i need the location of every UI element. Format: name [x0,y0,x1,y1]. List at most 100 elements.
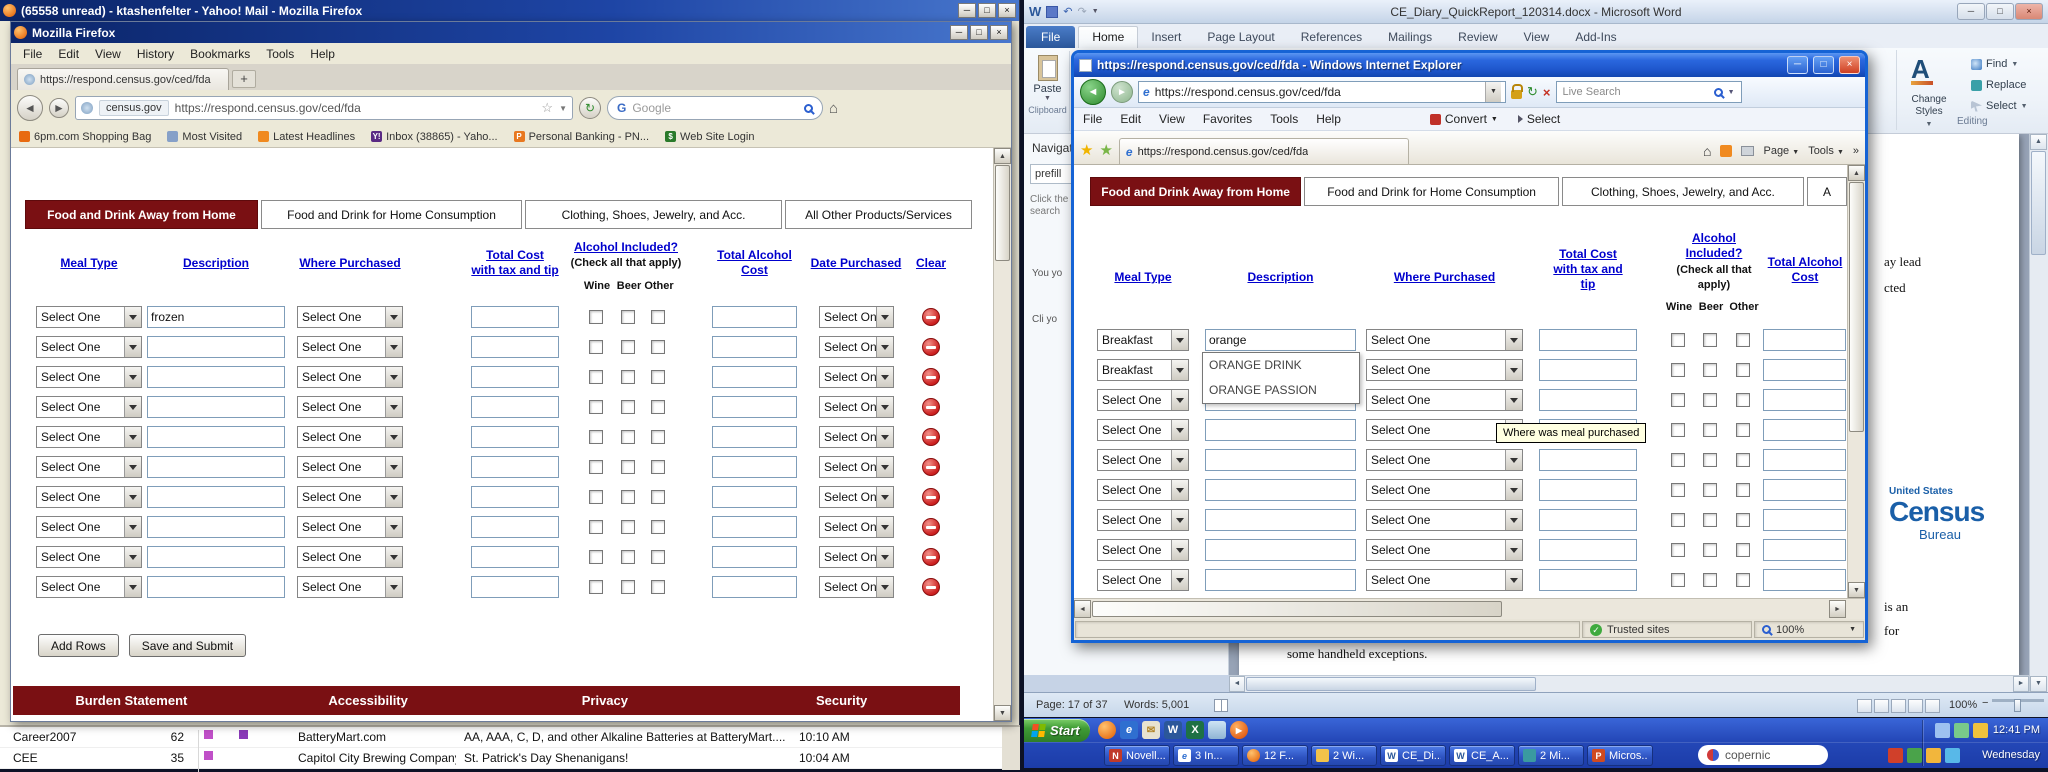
description-input[interactable] [147,516,285,538]
update-icon[interactable] [1926,748,1941,763]
view-outline-icon[interactable] [1908,699,1923,713]
ribbon-tab[interactable]: Mailings [1375,26,1445,48]
ribbon-tab[interactable]: Review [1445,26,1510,48]
bookmark-item[interactable]: Most Visited [167,131,242,143]
firefox-icon[interactable] [1098,721,1116,739]
clock-day[interactable]: Wednesday [1982,749,2040,761]
footer-link[interactable]: Burden Statement [13,693,250,708]
wine-checkbox[interactable] [589,550,603,564]
date-purchased-select[interactable]: Select One [819,396,894,418]
search-box[interactable]: G Google [607,96,823,120]
url-text[interactable]: https://respond.census.gov/ced/fda [175,101,536,115]
other-checkbox[interactable] [651,310,665,324]
meal-type-select[interactable]: Select One [1097,569,1189,591]
maximize-button[interactable]: □ [978,3,996,18]
where-purchased-select[interactable]: Select One [297,486,403,508]
alcohol-cost-input[interactable] [712,516,797,538]
meal-type-select[interactable]: Breakfast [1097,359,1189,381]
total-cost-input[interactable] [1539,569,1637,591]
url-bar[interactable]: census.gov https://respond.census.gov/ce… [75,96,573,120]
menu-item[interactable]: File [15,45,50,63]
alcohol-cost-input[interactable] [1763,359,1846,381]
total-cost-input[interactable] [1539,539,1637,561]
site-identity-chip[interactable]: census.gov [99,100,169,116]
where-purchased-select[interactable]: Select One [1366,539,1523,561]
total-cost-input[interactable] [471,336,559,358]
meal-type-select[interactable]: Select One [36,366,142,388]
where-purchased-select[interactable]: Select One [1366,479,1523,501]
other-checkbox[interactable] [651,340,665,354]
beer-checkbox[interactable] [621,340,635,354]
scroll-down-icon[interactable]: ▼ [1848,582,1865,598]
where-purchased-select[interactable]: Select One [297,456,403,478]
where-purchased-select[interactable]: Select One [1366,389,1523,411]
zoom-out-icon[interactable]: − [1982,697,1988,709]
meal-type-select[interactable]: Select One [36,426,142,448]
more-toolbar-button[interactable]: » [1853,145,1859,157]
alcohol-cost-input[interactable] [1763,509,1846,531]
clear-row-button[interactable] [922,308,940,326]
forward-button[interactable]: ► [49,98,69,118]
wine-checkbox[interactable] [589,580,603,594]
where-purchased-select[interactable]: Select One [297,516,403,538]
scroll-up-icon[interactable]: ▲ [1848,165,1865,181]
mail-row[interactable]: Career2007 62 BatteryMart.com AA, AAA, C… [0,727,1020,748]
description-input[interactable] [1205,479,1356,501]
clear-row-button[interactable] [922,398,940,416]
meal-type-select[interactable]: Select One [36,486,142,508]
description-input[interactable]: orange [1205,329,1356,351]
total-cost-input[interactable] [1539,449,1637,471]
meal-type-select[interactable]: Select One [36,396,142,418]
beer-checkbox[interactable] [1703,483,1717,497]
beer-checkbox[interactable] [621,520,635,534]
mail-subject[interactable]: St. Patrick's Day Shenanigans! [464,751,792,765]
scroll-right-icon[interactable]: ► [1829,600,1846,618]
horizontal-scrollbar[interactable]: ◄ ► [1229,675,2029,692]
meal-type-select[interactable]: Select One [1097,389,1189,411]
page-menu[interactable]: Page ▼ [1763,145,1799,157]
show-desktop-icon[interactable] [1208,721,1226,739]
clear-row-button[interactable] [922,488,940,506]
maximize-button[interactable]: □ [1986,3,2014,20]
ribbon-tab[interactable]: Page Layout [1194,26,1287,48]
zoom-level[interactable]: 100% [1949,699,1977,711]
vertical-scrollbar[interactable]: ▲ ▼ [2029,134,2048,692]
meal-type-select[interactable]: Select One [36,456,142,478]
bookmark-item[interactable]: $Web Site Login [665,131,754,143]
print-icon[interactable] [1741,146,1754,156]
clock-time[interactable]: 12:41 PM [1993,724,2040,736]
minimize-button[interactable]: ─ [958,3,976,18]
wine-checkbox[interactable] [589,340,603,354]
meal-type-select[interactable]: Select One [1097,419,1189,441]
taskbar-window-button[interactable]: WCE_A... [1449,745,1515,766]
scroll-left-icon[interactable]: ◄ [1229,676,1245,692]
wine-checkbox[interactable] [589,490,603,504]
alcohol-cost-input[interactable] [1763,329,1846,351]
beer-checkbox[interactable] [1703,573,1717,587]
total-cost-input[interactable] [471,426,559,448]
menu-item[interactable]: Edit [1111,110,1150,128]
taskbar-window-button[interactable]: 12 F... [1242,745,1308,766]
tab-food-away-from-home[interactable]: Food and Drink Away from Home [1090,177,1301,206]
where-purchased-select[interactable]: Select One [1366,359,1523,381]
wine-checkbox[interactable] [589,370,603,384]
mail-folder-name[interactable]: Career2007 [13,730,133,744]
beer-checkbox[interactable] [1703,513,1717,527]
beer-checkbox[interactable] [621,310,635,324]
other-checkbox[interactable] [651,580,665,594]
taskbar-window-button[interactable]: PMicros... [1587,745,1653,766]
where-purchased-select[interactable]: Select One [1366,449,1523,471]
alcohol-cost-input[interactable] [1763,449,1846,471]
wine-checkbox[interactable] [589,310,603,324]
scroll-right-icon[interactable]: ► [2013,676,2029,692]
excel-icon[interactable]: X [1186,721,1204,739]
navigation-result[interactable]: Cli yo [1032,314,1072,326]
menu-item[interactable]: Bookmarks [182,45,258,63]
total-cost-input[interactable] [1539,509,1637,531]
back-button[interactable]: ◄ [17,95,43,121]
total-cost-input[interactable] [1539,329,1637,351]
autocomplete-option[interactable]: ORANGE PASSION [1203,378,1359,403]
beer-checkbox[interactable] [621,400,635,414]
word-count[interactable]: Words: 5,001 [1124,699,1189,711]
reload-button[interactable]: ↻ [579,97,601,119]
